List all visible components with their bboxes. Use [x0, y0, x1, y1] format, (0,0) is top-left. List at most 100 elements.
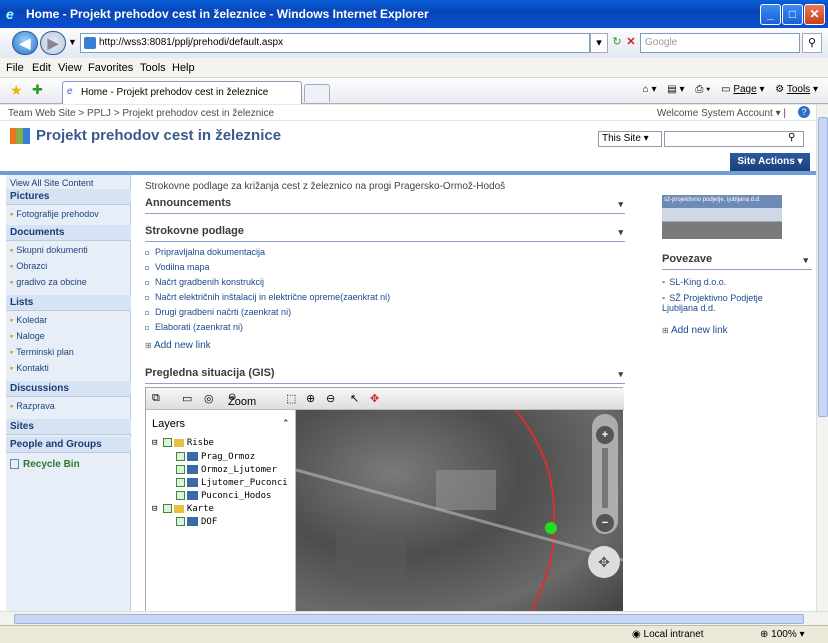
ql-item[interactable]: ▪ Obrazci — [10, 261, 47, 271]
menu-edit[interactable]: Edit — [32, 62, 51, 74]
globe-tool-icon[interactable]: ◎ — [204, 392, 214, 405]
zoom-in-icon[interactable]: ⊕ — [306, 392, 315, 405]
map-zoom-in-icon[interactable]: + — [596, 426, 614, 444]
layers-tool-icon[interactable]: ⧉ — [152, 392, 160, 405]
hscroll-thumb[interactable] — [14, 614, 804, 624]
ql-item[interactable]: ▪ Kontakti — [10, 363, 49, 373]
horizontal-scrollbar[interactable] — [0, 611, 828, 625]
tools-menu[interactable]: ⚙ Tools ▾ — [775, 84, 818, 95]
new-tab-button[interactable] — [304, 84, 330, 102]
map-canvas[interactable]: + − ✥ — [296, 410, 623, 611]
chevron-down-icon[interactable]: ▾ — [803, 255, 808, 266]
site-search-icon[interactable]: ⚲ — [788, 132, 795, 143]
zoom-box-icon[interactable]: ⬚ — [286, 392, 296, 405]
page-menu[interactable]: ▭ Page ▾ — [721, 84, 764, 95]
chevron-down-icon[interactable]: ▾ — [618, 199, 623, 210]
view-all-content-link[interactable]: View All Site Content — [10, 178, 93, 188]
zoom-dropdown[interactable]: Zoom ⊖ — [228, 392, 256, 408]
breadcrumb[interactable]: Team Web Site > PPLJ > Projekt prehodov … — [8, 108, 274, 119]
welcome-menu[interactable]: Welcome System Account ▾ | — [657, 108, 786, 119]
layer-item[interactable]: Ormoz_Ljutomer — [176, 465, 277, 475]
doc-link[interactable]: Načrt gradbenih konstrukcij — [145, 277, 264, 287]
doc-link[interactable]: Vodilna mapa — [145, 262, 210, 272]
doc-link[interactable]: Pripravljalna dokumentacija — [145, 247, 265, 257]
ql-item[interactable]: ▪ Naloge — [10, 331, 45, 341]
layer-group[interactable]: ⊟ Karte — [152, 504, 214, 514]
menu-tools[interactable]: Tools — [140, 62, 166, 74]
gis-header[interactable]: Pregledna situacija (GIS) ▾ — [145, 367, 625, 384]
ql-item[interactable]: ▪ Terminski plan — [10, 347, 74, 357]
menu-help[interactable]: Help — [172, 62, 195, 74]
ql-section-sites[interactable]: Sites — [6, 419, 131, 435]
measure-tool-icon[interactable]: ▭ — [182, 392, 192, 405]
zoom-out-icon[interactable]: ⊖ — [326, 392, 335, 405]
menu-favorites[interactable]: Favorites — [88, 62, 133, 74]
layer-item[interactable]: Prag_Ormoz — [176, 452, 255, 462]
announcements-header[interactable]: Announcements ▾ — [145, 197, 625, 214]
ql-section-pictures[interactable]: Pictures — [6, 189, 131, 205]
maximize-button[interactable]: □ — [782, 4, 803, 25]
site-search-input[interactable] — [664, 131, 804, 147]
ql-section-documents[interactable]: Documents — [6, 225, 131, 241]
map-zoom-out-icon[interactable]: − — [596, 514, 614, 532]
doc-link[interactable]: Elaborati (zaenkrat ni) — [145, 322, 243, 332]
add-favorite-icon[interactable]: ✚ — [32, 82, 43, 98]
layer-item[interactable]: Ljutomer_Puconci — [176, 478, 288, 488]
zoom-track[interactable] — [602, 448, 608, 508]
back-button[interactable]: ◀ — [12, 31, 38, 55]
menu-file[interactable]: File — [6, 62, 24, 74]
minimize-button[interactable]: _ — [760, 4, 781, 25]
ql-section-discussions[interactable]: Discussions — [6, 381, 131, 397]
search-scope-select[interactable]: This Site ▾ — [598, 131, 662, 147]
global-breadcrumb-bar: Team Web Site > PPLJ > Projekt prehodov … — [0, 105, 816, 121]
zoom-level[interactable]: ⊕ 100% ▾ — [760, 629, 805, 640]
ql-section-lists[interactable]: Lists — [6, 295, 131, 311]
select-arrow-icon[interactable]: ↖ — [350, 392, 359, 405]
link-slking[interactable]: ▪ SL-King d.o.o. — [662, 277, 726, 287]
page-content: Team Web Site > PPLJ > Projekt prehodov … — [0, 105, 816, 611]
refresh-icon[interactable]: ↻ — [610, 33, 624, 53]
vertical-scrollbar[interactable] — [816, 105, 828, 611]
close-window-button[interactable]: ✕ — [804, 4, 825, 25]
layer-item[interactable]: DOF — [176, 517, 217, 527]
collapse-icon[interactable]: ⌃ — [282, 418, 290, 429]
zoom-slider[interactable]: + − — [592, 414, 618, 534]
add-new-link-right[interactable]: ⊞ Add new link — [662, 325, 728, 336]
tab-home[interactable]: e Home - Projekt prehodov cest in železni… — [62, 81, 302, 104]
add-new-link[interactable]: ⊞ Add new link — [145, 340, 211, 351]
link-szpp[interactable]: ▪ SŽ Projektivno Podjetje Ljubljana d.d. — [662, 293, 792, 313]
forward-button[interactable]: ▶ — [40, 31, 66, 55]
ql-item[interactable]: ▪ gradivo za obcine — [10, 277, 87, 287]
scroll-thumb[interactable] — [818, 117, 828, 417]
layer-group[interactable]: ⊟ Risbe — [152, 438, 214, 448]
strokovne-header[interactable]: Strokovne podlage ▾ — [145, 225, 625, 242]
ql-item[interactable]: ▪ Koledar — [10, 315, 47, 325]
ql-item[interactable]: ▪ Fotografije prehodov — [10, 209, 99, 219]
home-icon[interactable]: ⌂ ▾ — [643, 84, 657, 95]
stop-icon[interactable]: ✕ — [624, 33, 638, 53]
feeds-icon[interactable]: ▤ ▾ — [667, 84, 684, 95]
chevron-down-icon[interactable]: ▾ — [618, 369, 623, 380]
search-input[interactable]: Google — [640, 33, 800, 53]
ql-item[interactable]: ▪ Skupni dokumenti — [10, 245, 88, 255]
site-title[interactable]: Projekt prehodov cest in železnice — [10, 127, 281, 145]
doc-link[interactable]: Drugi gradbeni načrti (zaenkrat ni) — [145, 307, 291, 317]
search-icon[interactable]: ⚲ — [802, 33, 822, 53]
layer-item[interactable]: Puconci_Hodos — [176, 491, 271, 501]
url-input[interactable]: http://wss3:8081/pplj/prehodi/default.as… — [80, 33, 590, 53]
pan-control-icon[interactable]: ✥ — [588, 546, 620, 578]
history-dropdown-icon[interactable]: ▼ — [68, 37, 77, 47]
doc-link[interactable]: Načrt električnih inštalacij in električ… — [145, 292, 390, 302]
print-icon[interactable]: ⎙ ▾ — [695, 84, 710, 95]
pan-tool-icon[interactable]: ✥ — [370, 392, 379, 405]
favorites-star-icon[interactable]: ★ — [10, 82, 23, 99]
help-icon[interactable]: ? — [798, 106, 810, 118]
site-actions-button[interactable]: Site Actions ▾ — [730, 153, 810, 171]
chevron-down-icon[interactable]: ▾ — [618, 227, 623, 238]
menu-view[interactable]: View — [58, 62, 82, 74]
url-dropdown-button[interactable]: ▾ — [590, 33, 608, 53]
recycle-bin-link[interactable]: Recycle Bin — [10, 459, 80, 470]
ql-section-people[interactable]: People and Groups — [6, 437, 131, 453]
ql-item[interactable]: ▪ Razprava — [10, 401, 55, 411]
povezave-header[interactable]: Povezave ▾ — [662, 253, 812, 270]
